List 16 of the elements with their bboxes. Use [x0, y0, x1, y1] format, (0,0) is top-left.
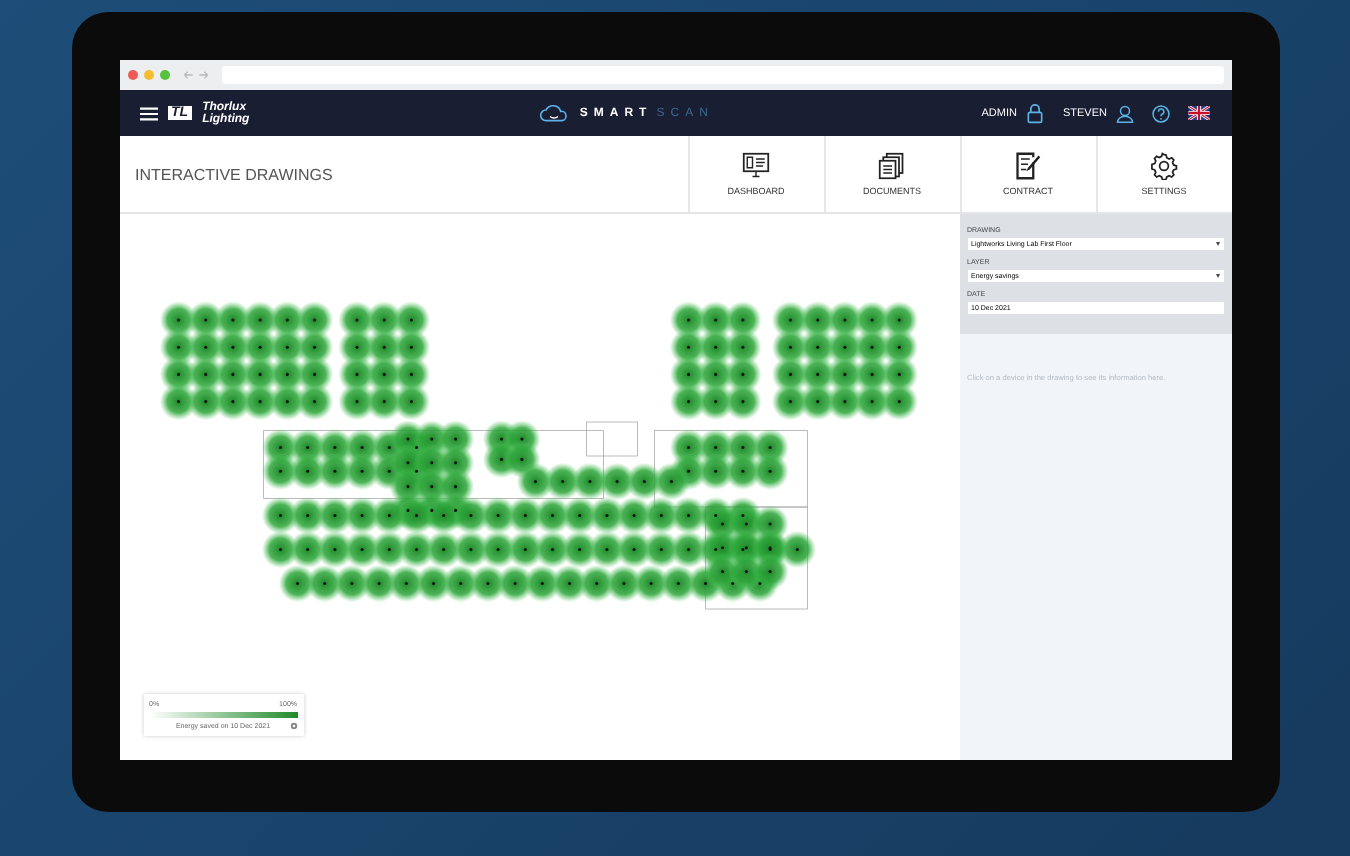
- documents-icon: [878, 152, 906, 180]
- help-icon[interactable]: [1152, 103, 1171, 124]
- close-window-icon[interactable]: [127, 70, 137, 81]
- maximize-window-icon[interactable]: [159, 70, 169, 81]
- page-title: INTERACTIVE DRAWINGS: [133, 165, 333, 183]
- flag-icon[interactable]: [1188, 106, 1211, 121]
- cloud-icon: [537, 101, 570, 126]
- settings-icon: [1150, 152, 1178, 180]
- user-icon[interactable]: [1116, 103, 1135, 124]
- caret-icon: [1215, 274, 1219, 278]
- document-pen-icon: [1014, 152, 1042, 180]
- monitor-icon: [742, 152, 770, 180]
- padlock-icon[interactable]: [1026, 103, 1045, 124]
- settings-icon[interactable]: [289, 722, 297, 730]
- menu-icon[interactable]: [139, 105, 157, 122]
- caret-icon: [1215, 242, 1219, 246]
